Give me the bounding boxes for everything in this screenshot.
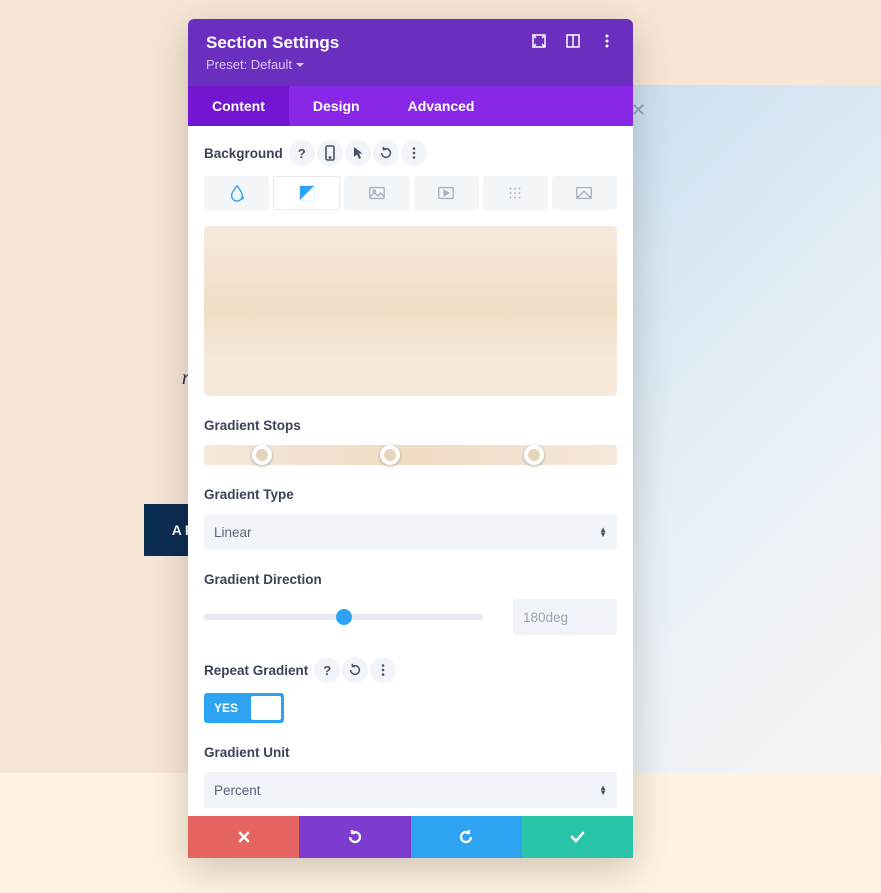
gradient-stops-field: Gradient Stops xyxy=(204,418,617,465)
gradient-stop-handle[interactable] xyxy=(252,445,272,465)
more-icon[interactable] xyxy=(599,33,615,49)
gradient-preview[interactable] xyxy=(204,226,617,396)
bg-type-color[interactable] xyxy=(204,176,269,210)
select-arrows-icon: ▲▼ xyxy=(599,527,607,537)
gradient-direction-slider[interactable] xyxy=(204,614,483,620)
toggle-knob xyxy=(251,696,281,720)
save-button[interactable] xyxy=(522,816,633,858)
gradient-unit-value: Percent xyxy=(214,783,261,798)
toggle-yes-label: YES xyxy=(204,701,248,715)
background-label-text: Background xyxy=(204,146,283,161)
help-icon[interactable]: ? xyxy=(314,657,340,683)
gradient-type-select[interactable]: Linear ▲▼ xyxy=(204,514,617,550)
gradient-direction-field: Gradient Direction 180deg xyxy=(204,572,617,635)
bg-type-video[interactable] xyxy=(414,176,479,210)
gradient-stop-handle[interactable] xyxy=(524,445,544,465)
background-section-label: Background ? xyxy=(204,140,617,166)
bg-type-gradient[interactable] xyxy=(273,176,340,210)
repeat-gradient-label: Repeat Gradient xyxy=(204,663,308,678)
gradient-direction-value: 180deg xyxy=(523,610,568,625)
undo-button[interactable] xyxy=(299,816,410,858)
header-tools xyxy=(531,33,615,49)
panel-header[interactable]: Section Settings Preset: Default xyxy=(188,19,633,86)
more-options-icon[interactable] xyxy=(401,140,427,166)
reset-icon[interactable] xyxy=(342,657,368,683)
tab-content[interactable]: Content xyxy=(188,86,289,126)
tab-design[interactable]: Design xyxy=(289,86,384,126)
page-background-right xyxy=(621,85,881,785)
panel-title: Section Settings xyxy=(206,33,339,53)
gradient-type-field: Gradient Type Linear ▲▼ xyxy=(204,487,617,550)
tab-advanced[interactable]: Advanced xyxy=(384,86,499,126)
bg-type-pattern[interactable] xyxy=(483,176,548,210)
gradient-stops-track[interactable] xyxy=(204,445,617,465)
bg-type-image[interactable] xyxy=(344,176,409,210)
more-options-icon[interactable] xyxy=(370,657,396,683)
responsive-icon[interactable] xyxy=(317,140,343,166)
gradient-type-value: Linear xyxy=(214,525,252,540)
gradient-unit-field: Gradient Unit Percent ▲▼ xyxy=(204,745,617,808)
gradient-type-label: Gradient Type xyxy=(204,487,617,502)
gradient-unit-label: Gradient Unit xyxy=(204,745,617,760)
gradient-stop-handle[interactable] xyxy=(380,445,400,465)
help-icon[interactable]: ? xyxy=(289,140,315,166)
gradient-direction-label: Gradient Direction xyxy=(204,572,617,587)
gradient-unit-select[interactable]: Percent ▲▼ xyxy=(204,772,617,808)
panel-tabs: Content Design Advanced xyxy=(188,86,633,126)
reset-icon[interactable] xyxy=(373,140,399,166)
snap-icon[interactable] xyxy=(565,33,581,49)
bg-type-mask[interactable] xyxy=(552,176,617,210)
panel-body: Background ? xyxy=(188,126,633,816)
hover-icon[interactable] xyxy=(345,140,371,166)
background-type-tabs xyxy=(204,176,617,210)
gradient-stops-label: Gradient Stops xyxy=(204,418,617,433)
cancel-button[interactable] xyxy=(188,816,299,858)
slider-handle[interactable] xyxy=(336,609,352,625)
select-arrows-icon: ▲▼ xyxy=(599,785,607,795)
section-settings-panel: Section Settings Preset: Default Content… xyxy=(188,19,633,858)
panel-footer xyxy=(188,816,633,858)
redo-button[interactable] xyxy=(411,816,522,858)
repeat-gradient-field: Repeat Gradient ? YES xyxy=(204,657,617,723)
gradient-direction-input[interactable]: 180deg xyxy=(513,599,617,635)
repeat-gradient-toggle[interactable]: YES xyxy=(204,693,284,723)
preset-dropdown[interactable]: Preset: Default xyxy=(206,57,304,72)
expand-icon[interactable] xyxy=(531,33,547,49)
